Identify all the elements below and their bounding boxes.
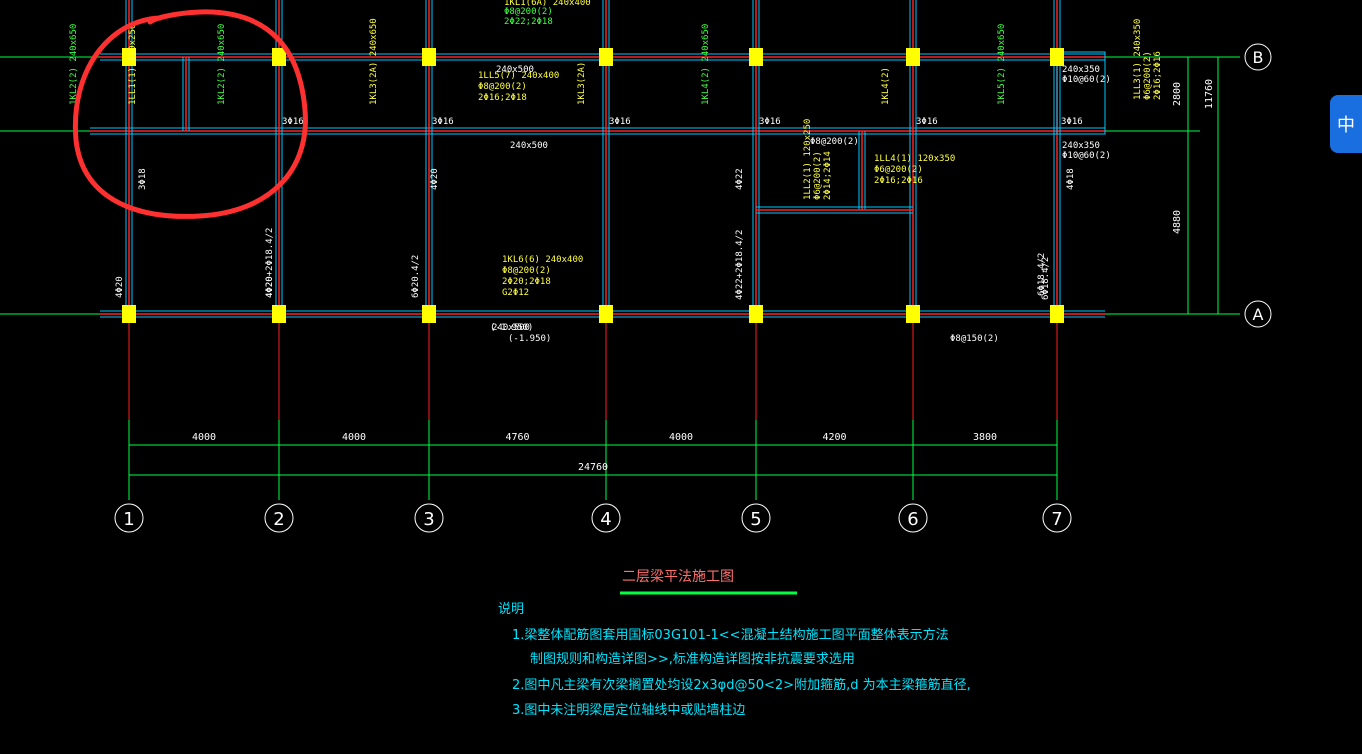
ime-label: 中	[1337, 115, 1355, 136]
beam-label-r-6: 2Φ16;2Φ16	[1153, 51, 1163, 100]
vertical-label-3: 1KL2(2) 240x650	[217, 24, 227, 105]
beam-label-r-4: 1LL3(1) 240x350	[1133, 19, 1143, 100]
axis-label-5: 5	[750, 509, 761, 530]
beam-label-r-5: Φ6@200(2)	[1143, 51, 1153, 100]
beam-label-20: Φ10@60(2)	[1062, 151, 1111, 161]
beam-label-18: Φ10@60(2)	[1062, 75, 1111, 85]
beam-label-9: 2Φ20;2Φ18	[502, 277, 551, 287]
beam-label-19: 240x350	[1062, 141, 1100, 151]
red-annotation-circle	[72, 9, 308, 219]
rebar-label-9: 4Φ22	[735, 168, 745, 190]
beam-label-3: 2Φ22;2Φ18	[504, 17, 553, 27]
beam-label-7: 1KL6(6) 240x400	[502, 255, 583, 265]
rebar-label-8: 4Φ20	[115, 276, 125, 298]
beam-label-23: Φ6@200(2)	[874, 165, 923, 175]
column-a-3	[422, 305, 436, 323]
axis-label-1: 1	[123, 509, 134, 530]
rebar-label-14: 4Φ20+2Φ18.4/2	[265, 228, 275, 298]
rebar-label-16: 4Φ22+2Φ18.4/2	[735, 230, 745, 300]
beam-label-8: Φ8@200(2)	[502, 266, 551, 276]
column-a-1	[122, 305, 136, 323]
axis-label-3: 3	[423, 509, 434, 530]
beam-label-5: Φ8@200(2)	[478, 82, 527, 92]
column-a-6	[906, 305, 920, 323]
axis-label-7: 7	[1051, 509, 1062, 530]
rebar-label-7: 4Φ20	[430, 168, 440, 190]
column-b-5	[749, 48, 763, 66]
beam-label-11: 240x500	[510, 141, 548, 151]
beam-label-17: 240x350	[1062, 65, 1100, 75]
rebar-label-10: 4Φ18	[1066, 168, 1076, 190]
beam-label-r-3: 2Φ14;2Φ14	[823, 151, 833, 200]
dim-1: 4000	[192, 432, 216, 443]
drawing-canvas[interactable]: 4000 4000 4760 4000 4200 3800 24760 2800 4880 117…	[0, 0, 1362, 754]
beam-label-13: 240x500	[496, 65, 534, 75]
ime-indicator[interactable]: 中	[1330, 95, 1362, 153]
dim-y-2: 4880	[1172, 210, 1183, 234]
axis-label-A: A	[1253, 305, 1264, 324]
axis-label-2: 2	[273, 509, 284, 530]
column-b-7	[1050, 48, 1064, 66]
rebar-label-2: 3Φ16	[432, 117, 454, 127]
beam-label-22: 1LL4(1) 120x350	[874, 154, 955, 164]
dim-5: 4200	[822, 432, 846, 443]
vertical-label-6: 1KL4(2) 240x650	[701, 24, 711, 105]
vertical-label-2: 1LL1(1) 120x250	[128, 24, 138, 105]
column-b-4	[599, 48, 613, 66]
vertical-label-7: 1KL4(2)	[881, 67, 891, 105]
vertical-label-5: 1KL3(2A)	[577, 62, 587, 105]
dim-4: 4000	[669, 432, 693, 443]
axis-label-4: 4	[600, 509, 611, 530]
dim-total: 24760	[578, 462, 608, 473]
beam-label-16: Φ8@150(2)	[950, 334, 999, 344]
beam-label-2: Φ8@200(2)	[504, 7, 553, 17]
beam-label-14: 240x500	[492, 323, 530, 333]
beam-label-24: 2Φ16;2Φ16	[874, 176, 923, 186]
beam-label-r-2: Φ6@200(2)	[813, 151, 823, 200]
beam-label-15: (-1.950)	[508, 334, 551, 344]
beam-label-r-1: 1LL2(1) 120x250	[803, 119, 813, 200]
dim-6: 3800	[973, 432, 997, 443]
dim-2: 4000	[342, 432, 366, 443]
dim-y-1: 2800	[1172, 82, 1183, 106]
column-a-2	[272, 305, 286, 323]
column-a-4	[599, 305, 613, 323]
axis-label-B: B	[1253, 48, 1264, 67]
rebar-label-5: 3Φ16	[916, 117, 938, 127]
beam-label-6: 2Φ16;2Φ18	[478, 93, 527, 103]
dim-y-total: 11760	[1204, 79, 1215, 109]
vertical-label-4: 1KL3(2A) 240x650	[369, 18, 379, 105]
beam-label-21: Φ8@200(2)	[810, 137, 859, 147]
rebar-label-17: 6Φ18.4/2	[1041, 257, 1051, 300]
rebar-label-1: 3Φ16	[282, 117, 304, 127]
column-b-2	[272, 48, 286, 66]
rebar-label-11: 3Φ18	[138, 168, 148, 190]
rebar-label-3: 3Φ16	[609, 117, 631, 127]
beam-label-10: G2Φ12	[502, 288, 529, 298]
column-b-3	[422, 48, 436, 66]
column-a-5	[749, 305, 763, 323]
column-a-7	[1050, 305, 1064, 323]
rebar-label-4: 3Φ16	[759, 117, 781, 127]
axis-label-6: 6	[907, 509, 918, 530]
beam-labels: 1KL1(6A) 240x400Φ8@200(2)2Φ22;2Φ181LL5(7…	[69, 0, 1163, 344]
dim-3: 4760	[505, 432, 529, 443]
column-b-6	[906, 48, 920, 66]
rebar-label-6: 3Φ16	[1061, 117, 1083, 127]
rebar-label-15: 6Φ20.4/2	[411, 255, 421, 298]
vertical-label-8: 1KL5(2) 240x650	[997, 24, 1007, 105]
annotation-stroke	[72, 9, 308, 219]
